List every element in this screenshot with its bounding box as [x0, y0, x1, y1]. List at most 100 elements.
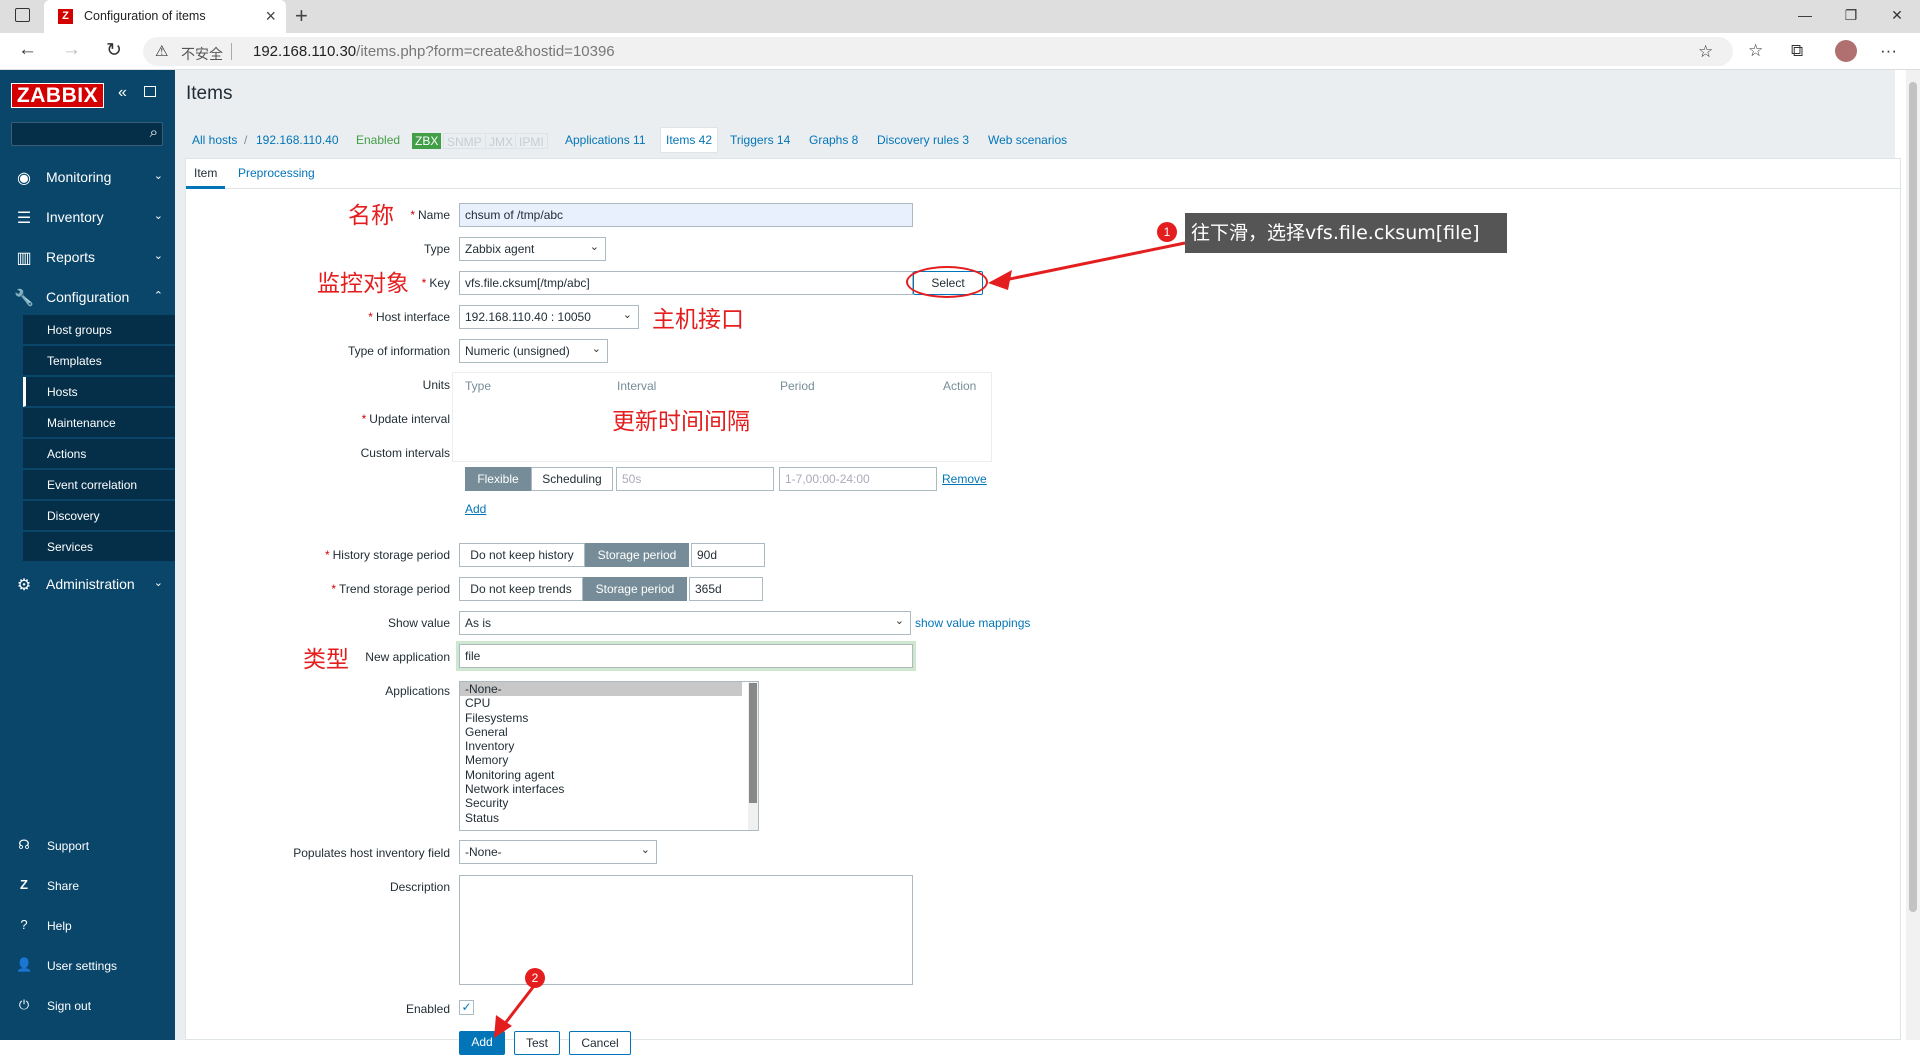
ci-remove-link[interactable]: Remove — [942, 472, 987, 486]
applications-scrollbar[interactable] — [748, 682, 758, 830]
footer-share[interactable]: Z Share — [0, 870, 175, 902]
list-item[interactable]: Security — [460, 796, 758, 810]
scrollbar-thumb[interactable] — [1909, 82, 1917, 912]
footer-support[interactable]: ☊ Support — [0, 830, 175, 862]
collapse-sidebar-icon[interactable]: « — [118, 84, 127, 102]
host-status[interactable]: Enabled — [356, 133, 400, 147]
back-icon[interactable]: ← — [18, 39, 37, 61]
submenu-maintenance[interactable]: Maintenance — [23, 408, 175, 438]
list-item[interactable]: Memory — [460, 753, 758, 767]
footer-sign-out[interactable]: ⏻ Sign out — [0, 990, 175, 1022]
show-value-select[interactable]: As is ⌄ — [459, 611, 911, 635]
list-item[interactable]: CPU — [460, 696, 758, 710]
trend-no-keep-toggle[interactable]: Do not keep trends — [459, 577, 583, 601]
list-item[interactable]: Network interfaces — [460, 782, 758, 796]
inventory-select[interactable]: -None- ⌄ — [459, 840, 657, 864]
submenu-templates[interactable]: Templates — [23, 346, 175, 376]
list-item[interactable]: Monitoring agent — [460, 768, 758, 782]
menu-reports[interactable]: ▥ Reports ⌄ — [0, 237, 175, 277]
menu-configuration[interactable]: 🔧 Configuration ⌃ — [0, 277, 175, 317]
cancel-button[interactable]: Cancel — [569, 1031, 631, 1055]
insecure-label[interactable]: 不安全 — [181, 44, 223, 64]
new-tab-icon[interactable]: + — [295, 3, 308, 29]
list-item[interactable]: Inventory — [460, 739, 758, 753]
close-tab-icon[interactable]: × — [265, 6, 276, 27]
tab-preprocessing[interactable]: Preprocessing — [230, 159, 323, 187]
show-value-mappings-link[interactable]: show value mappings — [915, 616, 1030, 630]
triggers-link[interactable]: Triggers 14 — [730, 133, 790, 147]
list-item[interactable]: -None- — [460, 682, 742, 697]
menu-administration[interactable]: ⚙ Administration ⌄ — [0, 564, 175, 604]
trend-value-input[interactable]: 365d — [689, 577, 763, 601]
url-text[interactable]: 192.168.110.30/items.php?form=create&hos… — [253, 43, 615, 60]
sidebar-search-input[interactable]: ⌕ — [11, 122, 163, 146]
ci-flexible-toggle[interactable]: Flexible — [465, 467, 531, 491]
new-app-input[interactable]: file — [459, 644, 913, 668]
reload-icon[interactable]: ↻ — [106, 39, 122, 62]
footer-user-settings[interactable]: 👤 User settings — [0, 950, 175, 982]
enabled-checkbox[interactable]: ✓ — [459, 1000, 474, 1015]
applications-listbox[interactable]: -None- CPU Filesystems General Inventory… — [459, 681, 759, 831]
type-select[interactable]: Zabbix agent ⌄ — [459, 237, 606, 261]
web-scenarios-link[interactable]: Web scenarios — [988, 133, 1067, 147]
more-icon[interactable]: ··· — [1880, 41, 1897, 61]
profile-avatar[interactable] — [1835, 40, 1857, 62]
search-icon[interactable]: ⌕ — [150, 124, 158, 141]
collections-icon[interactable]: ⧉ — [1791, 41, 1803, 61]
list-item[interactable]: General — [460, 725, 758, 739]
type-info-label: Type of information — [347, 344, 450, 358]
url-box[interactable]: ⚠ 不安全 192.168.110.30/items.php?form=crea… — [143, 37, 1733, 66]
restore-icon[interactable]: ❐ — [1828, 0, 1874, 33]
description-textarea[interactable] — [459, 875, 913, 985]
item-form: Item Preprocessing — [185, 158, 1901, 1040]
submenu-actions[interactable]: Actions — [23, 439, 175, 469]
key-input[interactable]: vfs.file.cksum[/tmp/abc] — [459, 271, 913, 295]
scrollbar-thumb[interactable] — [749, 683, 757, 803]
menu-inventory[interactable]: ☰ Inventory ⌄ — [0, 197, 175, 237]
ipmi-badge: IPMI — [515, 133, 548, 149]
ci-period-input[interactable]: 1-7,00:00-24:00 — [779, 467, 937, 491]
list-item[interactable]: Filesystems — [460, 711, 758, 725]
ci-scheduling-toggle[interactable]: Scheduling — [531, 467, 613, 491]
page-scrollbar[interactable] — [1906, 70, 1920, 1040]
list-item[interactable]: Status — [460, 811, 758, 825]
ci-add-link[interactable]: Add — [465, 502, 486, 516]
favorite-add-icon[interactable]: ☆ — [1698, 42, 1713, 62]
minimize-icon[interactable]: — — [1782, 0, 1828, 33]
power-icon: ⏻ — [18, 997, 30, 1012]
history-value-input[interactable]: 90d — [691, 543, 765, 567]
graphs-link[interactable]: Graphs 8 — [809, 133, 858, 147]
footer-help[interactable]: ? Help — [0, 910, 175, 942]
kiosk-mode-icon[interactable] — [144, 86, 156, 97]
tab-item[interactable]: Item — [186, 159, 226, 189]
forward-icon[interactable]: → — [62, 39, 81, 61]
submenu-services[interactable]: Services — [23, 532, 175, 562]
submenu-host-groups[interactable]: Host groups — [23, 315, 175, 345]
submenu-label: Maintenance — [47, 416, 116, 430]
submenu-event-correlation[interactable]: Event correlation — [23, 470, 175, 500]
type-info-select[interactable]: Numeric (unsigned) ⌄ — [459, 339, 608, 363]
history-no-keep-toggle[interactable]: Do not keep history — [459, 543, 585, 567]
submenu-discovery[interactable]: Discovery — [23, 501, 175, 531]
all-hosts-link[interactable]: All hosts — [192, 133, 237, 147]
history-storage-toggle[interactable]: Storage period — [585, 543, 689, 567]
discovery-rules-link[interactable]: Discovery rules 3 — [877, 133, 969, 147]
close-window-icon[interactable]: ✕ — [1874, 0, 1920, 33]
host-link[interactable]: 192.168.110.40 — [256, 133, 339, 147]
tab-actions-icon[interactable] — [15, 8, 30, 22]
test-button[interactable]: Test — [514, 1031, 560, 1055]
favorites-icon[interactable]: ☆ — [1748, 41, 1763, 61]
zabbix-logo[interactable]: ZABBIX — [11, 83, 104, 108]
warning-icon[interactable]: ⚠ — [155, 42, 168, 60]
trend-storage-toggle[interactable]: Storage period — [583, 577, 687, 601]
items-link[interactable]: Items 42 — [660, 127, 719, 153]
ci-interval-input[interactable]: 50s — [616, 467, 774, 491]
submenu-hosts[interactable]: Hosts — [23, 377, 175, 407]
name-input[interactable]: chsum of /tmp/abc — [459, 203, 913, 227]
add-button[interactable]: Add — [459, 1031, 505, 1055]
browser-tab[interactable]: Z Configuration of items × — [44, 0, 286, 33]
host-interface-select[interactable]: 192.168.110.40 : 10050 ⌄ — [459, 305, 639, 329]
menu-monitoring[interactable]: ◉ Monitoring ⌄ — [0, 157, 175, 197]
callout-1-text: 往下滑，选择vfs.file.cksum[file] — [1185, 213, 1507, 253]
applications-link[interactable]: Applications 11 — [565, 133, 646, 147]
